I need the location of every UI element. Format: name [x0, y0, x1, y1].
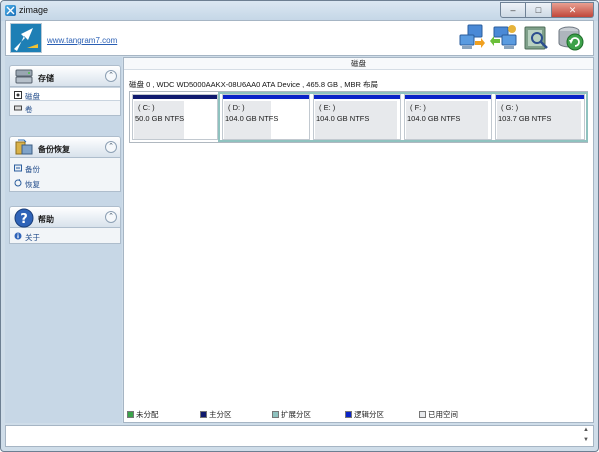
partition-size: 104.0 GB NTFS [225, 114, 279, 123]
sidebar-item-backup[interactable]: 备份 [10, 161, 120, 175]
maximize-button[interactable]: □ [526, 2, 552, 18]
partition-f[interactable]: ( F: ) 104.0 GB NTFS [404, 94, 492, 140]
close-button[interactable]: ✕ [552, 2, 594, 18]
help-collapse-button[interactable]: ⌃ [105, 211, 117, 223]
sidebar-item-label: 关于 [25, 233, 40, 242]
partition-size: 103.7 GB NTFS [498, 114, 552, 123]
backup-restore-group: 备份恢复 ⌃ 备份 恢复 [9, 136, 121, 192]
legend-label: 已用空间 [428, 410, 458, 419]
partition-bar [133, 95, 217, 99]
double-chevron-up-icon: ⌃ [108, 72, 114, 79]
restore-disk-tool-icon[interactable] [490, 23, 518, 53]
close-icon: ✕ [568, 4, 577, 15]
title-bar[interactable]: zimage – □ ✕ [1, 1, 598, 21]
legend-label: 扩展分区 [281, 410, 311, 419]
volume-icon [14, 104, 22, 112]
partition-bar [314, 95, 400, 99]
logo [10, 23, 42, 53]
sidebar-item-volume[interactable]: 卷 [10, 101, 120, 115]
partition-name: ( G: ) [501, 103, 519, 112]
partition-name: ( D: ) [228, 103, 245, 112]
partition-name: ( C: ) [138, 103, 155, 112]
partition-bar [223, 95, 309, 99]
app-window: zimage – □ ✕ www.tangram7.com 存储 ⌃ 磁盘 卷 … [0, 0, 599, 452]
app-icon [5, 5, 16, 16]
storage-group-header[interactable]: 存储 ⌃ [9, 65, 121, 87]
legend-used-space: 已用空间 [419, 409, 458, 420]
legend-unallocated: 未分配 [127, 409, 159, 420]
double-chevron-up-icon: ⌃ [108, 213, 114, 220]
backup-restore-group-header[interactable]: 备份恢复 ⌃ [9, 136, 121, 158]
legend-swatch [345, 411, 352, 418]
partition-e[interactable]: ( E: ) 104.0 GB NTFS [313, 94, 401, 140]
legend-swatch [200, 411, 207, 418]
legend-swatch [127, 411, 134, 418]
maximize-icon: □ [535, 5, 542, 15]
storage-icon [14, 67, 34, 87]
legend-primary: 主分区 [200, 409, 232, 420]
svg-text:?: ? [20, 212, 28, 227]
sidebar-item-label: 备份 [25, 165, 40, 174]
partition-g[interactable]: ( G: ) 103.7 GB NTFS [495, 94, 585, 140]
legend-swatch [419, 411, 426, 418]
minimize-button[interactable]: – [500, 2, 526, 18]
partition-d[interactable]: ( D: ) 104.0 GB NTFS [222, 94, 310, 140]
website-link[interactable]: www.tangram7.com [47, 36, 117, 45]
minimize-icon: – [510, 5, 516, 15]
partition-bar [405, 95, 491, 99]
main-title: 磁盘 [124, 58, 593, 70]
info-icon [14, 232, 22, 240]
storage-group: 存储 ⌃ 磁盘 卷 [9, 65, 121, 116]
partition-name: ( E: ) [319, 103, 336, 112]
help-group-header[interactable]: ? 帮助 ⌃ [9, 206, 121, 228]
legend-label: 未分配 [136, 410, 159, 419]
sidebar-item-label: 卷 [25, 105, 33, 114]
backup-restore-icon [14, 138, 34, 158]
sidebar-item-about[interactable]: 关于 [10, 229, 120, 243]
window-controls: – □ ✕ [500, 2, 594, 18]
storage-collapse-button[interactable]: ⌃ [105, 70, 117, 82]
sidebar-item-disk[interactable]: 磁盘 [10, 87, 120, 101]
help-group: ? 帮助 ⌃ 关于 [9, 206, 121, 244]
partition-bar [496, 95, 584, 99]
legend-label: 主分区 [209, 410, 232, 419]
scroll-up-icon[interactable]: ▲ [581, 427, 591, 436]
refresh-disk-tool-icon[interactable] [556, 23, 584, 53]
storage-group-body: 磁盘 卷 [9, 87, 121, 116]
help-group-body: 关于 [9, 228, 121, 244]
browse-image-tool-icon[interactable] [522, 23, 550, 53]
storage-group-title: 存储 [38, 74, 54, 83]
partition-size: 104.0 GB NTFS [316, 114, 370, 123]
double-chevron-up-icon: ⌃ [108, 143, 114, 150]
help-icon: ? [14, 208, 34, 228]
sidebar-item-label: 恢复 [25, 180, 40, 189]
disk-map[interactable]: ( C: ) 50.0 GB NTFS ( D: ) 104.0 GB NTFS… [129, 91, 588, 143]
legend-logical: 逻辑分区 [345, 409, 384, 420]
legend-swatch [272, 411, 279, 418]
partition-name: ( F: ) [410, 103, 426, 112]
legend-label: 逻辑分区 [354, 410, 384, 419]
backup-disk-tool-icon[interactable] [458, 23, 486, 53]
backup-icon [14, 164, 22, 172]
partition-size: 104.0 GB NTFS [407, 114, 461, 123]
partition-size: 50.0 GB NTFS [135, 114, 185, 123]
main-panel: 磁盘 磁盘 0 , WDC WD5000AAKX-08U6AA0 ATA Dev… [123, 57, 594, 423]
header-bar: www.tangram7.com [5, 20, 594, 56]
disk-info: 磁盘 0 , WDC WD5000AAKX-08U6AA0 ATA Device… [129, 80, 378, 89]
restore-icon [14, 179, 22, 187]
legend-extended: 扩展分区 [272, 409, 311, 420]
help-group-title: 帮助 [38, 215, 54, 224]
window-title: zimage [19, 5, 49, 15]
backup-restore-group-body: 备份 恢复 [9, 158, 121, 192]
backup-restore-collapse-button[interactable]: ⌃ [105, 141, 117, 153]
log-area[interactable]: ▲ ▼ [5, 425, 594, 447]
backup-restore-group-title: 备份恢复 [38, 145, 70, 154]
scroll-down-icon[interactable]: ▼ [581, 437, 591, 446]
sidebar-item-restore[interactable]: 恢复 [10, 176, 120, 190]
partition-c[interactable]: ( C: ) 50.0 GB NTFS [132, 94, 218, 140]
left-panel: 存储 ⌃ 磁盘 卷 备份恢复 ⌃ 备份 恢复 ? 帮助 ⌃ 关于 [5, 57, 122, 423]
disk-icon [14, 91, 22, 99]
legend: 未分配 主分区 扩展分区 逻辑分区 已用空间 [125, 407, 592, 421]
